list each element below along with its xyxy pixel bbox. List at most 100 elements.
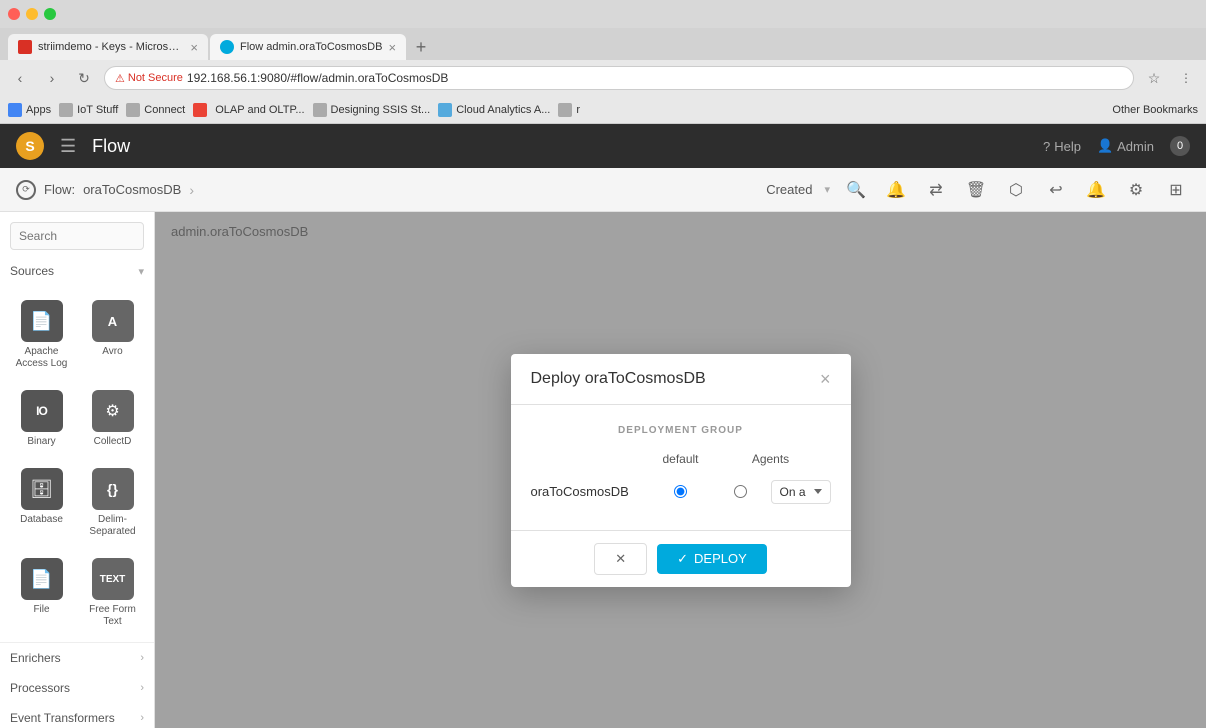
browser-chrome: striimdemo - Keys - Microsof... × Flow a… [0,0,1206,124]
modal-footer: ✕ ✓ DEPLOY [511,530,851,587]
source-file[interactable]: 📄 File [8,550,75,636]
close-window-button[interactable] [8,8,20,20]
col-header-name [531,452,651,466]
database-label: Database [20,514,63,526]
apache-label: ApacheAccess Log [16,346,68,370]
new-tab-button[interactable]: + [408,34,434,60]
bookmark-iot[interactable]: IoT Stuff [59,103,118,117]
breadcrumb-flow-label[interactable]: Flow: [44,182,75,197]
reload-button[interactable]: ↻ [72,66,96,90]
processors-item[interactable]: Processors › [0,673,154,703]
source-database[interactable]: 🗄 Database [8,460,75,546]
bookmarks-button[interactable]: ☆ [1142,66,1166,90]
breadcrumb-flow-name[interactable]: oraToCosmosDB [83,182,181,197]
help-icon: ? [1043,139,1050,154]
notification-btn[interactable]: 🔔 [1082,176,1110,204]
modal-body: DEPLOYMENT GROUP default Agents oraToCos… [511,405,851,530]
deploy-btn[interactable]: ⬡ [1002,176,1030,204]
delim-label: Delim-Separated [89,514,135,538]
sources-header[interactable]: Sources ▾ [0,256,154,286]
delete-btn[interactable]: 🗑 [962,176,990,204]
node-select[interactable]: On any one node On all nodes On specific… [771,480,831,504]
deploy-button[interactable]: ✓ DEPLOY [657,544,767,574]
modal-close-button[interactable]: × [820,370,831,388]
extensions-button[interactable]: ⋮ [1174,66,1198,90]
canvas-area: admin.oraToCosmosDB Deploy oraToCosmosDB… [155,212,1206,728]
undo-btn[interactable]: ↩ [1042,176,1070,204]
enrichers-item[interactable]: Enrichers › [0,643,154,673]
deploy-check-icon: ✓ [677,551,688,567]
bookmark-connect[interactable]: Connect [126,103,185,117]
user-menu[interactable]: 👤 Admin [1097,138,1154,154]
back-button[interactable]: ‹ [8,66,32,90]
file-label: File [33,604,49,616]
enrichers-chevron: › [140,652,144,664]
deploy-node-dropdown[interactable]: On any one node On all nodes On specific… [771,480,831,504]
avro-label: Avro [102,346,122,358]
app-logo: S [16,132,44,160]
source-binary[interactable]: IO Binary [8,382,75,456]
search-box[interactable] [10,222,144,250]
col-header-agents: Agents [711,452,831,466]
notification-badge[interactable]: 0 [1170,136,1190,156]
collectd-label: CollectD [94,436,132,448]
bookmark-s[interactable] [193,103,207,117]
bookmark-ssis-icon [313,103,327,117]
radio-default[interactable] [674,485,687,498]
flow-icon: ⟳ [16,180,36,200]
created-label: Created [766,182,812,197]
address-bar[interactable]: ⚠ Not Secure 192.168.56.1:9080/#flow/adm… [104,66,1134,90]
help-button[interactable]: ? Help [1043,139,1081,154]
search-btn[interactable]: 🔍 [842,176,870,204]
modal-overlay: Deploy oraToCosmosDB × DEPLOYMENT GROUP … [155,212,1206,728]
radio-agents[interactable] [734,485,747,498]
bookmark-r-icon [558,103,572,117]
settings-btn[interactable]: ⚙ [1122,176,1150,204]
search-input[interactable] [19,229,135,243]
alert-btn[interactable]: 🔔 [882,176,910,204]
breadcrumb-separator: › [189,182,194,198]
bookmark-apps[interactable]: Apps [8,103,51,117]
maximize-window-button[interactable] [44,8,56,20]
deploy-label: DEPLOY [694,551,747,566]
source-apache[interactable]: 📄 ApacheAccess Log [8,292,75,378]
created-chevron[interactable]: ▾ [824,183,830,196]
browser-tab-1[interactable]: striimdemo - Keys - Microsof... × [8,34,208,60]
tab-title-1: striimdemo - Keys - Microsof... [38,41,184,53]
freeform-label: Free FormText [89,604,136,628]
bookmark-apps-icon [8,103,22,117]
bookmark-ssis[interactable]: Designing SSIS St... [313,103,431,117]
breadcrumb-bar: ⟳ Flow: oraToCosmosDB › Created ▾ 🔍 🔔 ⇄ … [0,168,1206,212]
cancel-button[interactable]: ✕ [594,543,647,575]
browser-tab-2[interactable]: Flow admin.oraToCosmosDB × [210,34,406,60]
bookmark-olap[interactable]: OLAP and OLTP... [215,104,304,116]
address-text: 192.168.56.1:9080/#flow/admin.oraToCosmo… [187,71,449,85]
main-content: Sources ▾ 📄 ApacheAccess Log A Avro IO B… [0,212,1206,728]
browser-tabs: striimdemo - Keys - Microsof... × Flow a… [0,28,1206,60]
hamburger-menu[interactable]: ☰ [60,136,76,157]
tab-close-2[interactable]: × [388,40,396,55]
grid-btn[interactable]: ⊞ [1162,176,1190,204]
source-delim[interactable]: {} Delim-Separated [79,460,146,546]
sources-chevron: ▾ [138,265,144,278]
flow-btn[interactable]: ⇄ [922,176,950,204]
sources-grid: 📄 ApacheAccess Log A Avro IO Binary ⚙ Co… [0,286,154,642]
source-freeform[interactable]: TEXT Free FormText [79,550,146,636]
bookmark-r[interactable]: r [558,103,580,117]
tab-close-1[interactable]: × [190,40,198,55]
source-collectd[interactable]: ⚙ CollectD [79,382,146,456]
tab-favicon-1 [18,40,32,54]
source-avro[interactable]: A Avro [79,292,146,378]
database-icon: 🗄 [21,468,63,510]
not-secure-indicator: ⚠ Not Secure [115,72,183,85]
processors-chevron: › [140,682,144,694]
browser-addressbar: ‹ › ↻ ⚠ Not Secure 192.168.56.1:9080/#fl… [0,60,1206,96]
bookmark-cloud[interactable]: Cloud Analytics A... [438,103,550,117]
forward-button[interactable]: › [40,66,64,90]
cancel-icon: ✕ [615,551,626,567]
event-transformers-item[interactable]: Event Transformers › [0,703,154,728]
minimize-window-button[interactable] [26,8,38,20]
deployment-group-label: DEPLOYMENT GROUP [531,425,831,436]
col-header-default: default [651,452,711,466]
other-bookmarks[interactable]: Other Bookmarks [1112,104,1198,116]
